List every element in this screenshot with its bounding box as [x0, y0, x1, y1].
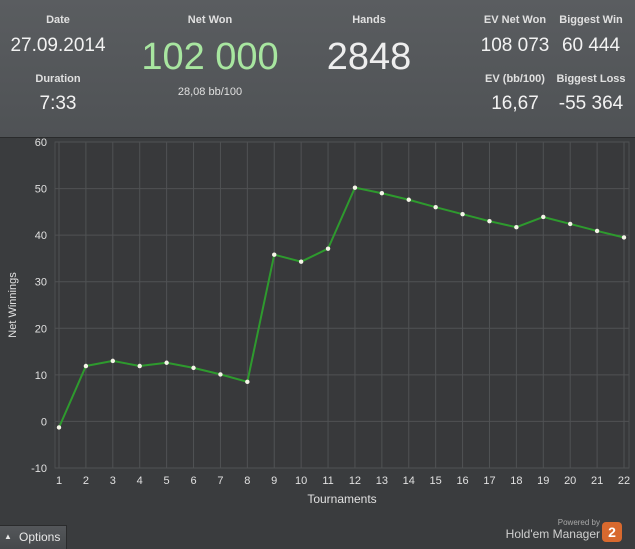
session-summary-panel: Date 27.09.2014 Duration 7:33 Net Won 10…: [0, 0, 635, 138]
y-tick-label: 20: [35, 323, 47, 335]
data-point: [594, 228, 600, 234]
data-point: [164, 360, 169, 365]
x-tick-label: 5: [164, 475, 170, 487]
x-tick-label: 7: [217, 475, 223, 487]
x-tick-label: 6: [190, 475, 196, 487]
net-won-value: 102 000: [141, 36, 279, 78]
y-tick-label: -10: [31, 463, 47, 475]
y-tick-label: 50: [35, 184, 47, 196]
x-tick-label: 4: [137, 475, 143, 487]
data-point: [191, 365, 196, 371]
data-point: [567, 221, 573, 227]
x-tick-label: 20: [564, 475, 576, 487]
x-tick-label: 15: [430, 475, 442, 487]
duration-label: Duration: [35, 73, 81, 85]
y-axis-label: Net Winnings: [7, 272, 19, 338]
x-tick-label: 16: [456, 475, 468, 487]
ev-net-won-label: EV Net Won: [483, 14, 547, 26]
chart-svg: -100102030405060 1 2 3 4 5 6 7 8 9 10 11 12 13 14 15 16…: [7, 137, 630, 506]
data-point: [218, 372, 223, 377]
x-tick-label: 3: [110, 475, 116, 487]
data-point: [245, 379, 250, 385]
x-tick-label: 1: [56, 475, 62, 487]
data-point: [541, 214, 546, 220]
powered-by-text: Powered by: [557, 518, 600, 527]
x-tick-label: 21: [591, 475, 603, 487]
x-tick-label: 19: [537, 475, 549, 487]
data-point: [137, 363, 142, 369]
net-winnings-chart: -10 0 10 20 30 40 50 60 1 2 3 4 5 6 7 8 9 10 11 12 13 14 15 16…: [0, 137, 635, 527]
data-point: [56, 425, 62, 430]
net-won-bb100: 28,08 bb/100: [177, 86, 243, 98]
data-point: [487, 218, 492, 224]
data-point: [272, 252, 277, 257]
x-tick-label: 9: [271, 475, 277, 487]
chevron-up-icon: ▲: [4, 532, 12, 541]
data-point: [83, 363, 89, 369]
data-point: [621, 235, 627, 240]
footer-bar: ▲ Options Powered by Hold'em Manager 2: [0, 518, 635, 549]
data-point: [379, 191, 385, 196]
options-button[interactable]: ▲ Options: [0, 525, 67, 549]
biggest-win-label: Biggest Win: [559, 14, 623, 26]
ev-bb100-label: EV (bb/100): [485, 73, 545, 85]
brand-name: Hold'em Manager: [505, 527, 600, 541]
biggest-win-value: 60 444: [561, 35, 621, 56]
data-point: [514, 225, 519, 230]
y-tick-label: 30: [35, 277, 47, 289]
data-point: [298, 259, 304, 264]
x-tick-label: 11: [322, 475, 333, 487]
biggest-loss-value: -55 364: [558, 93, 624, 114]
x-tick-label: 14: [403, 475, 415, 487]
y-tick-label: 0: [41, 416, 47, 428]
x-tick-label: 10: [295, 475, 307, 487]
y-tick-label: 10: [35, 370, 47, 382]
date-label: Date: [46, 14, 70, 26]
hands-value: 2848: [326, 36, 412, 78]
x-tick-label: 8: [244, 475, 250, 487]
x-tick-label: 13: [376, 475, 388, 487]
biggest-loss-label: Biggest Loss: [556, 73, 626, 85]
y-tick-label: 40: [35, 230, 47, 242]
ev-net-won-value: 108 073: [480, 35, 550, 56]
data-point: [460, 211, 465, 217]
y-tick-label: 60: [35, 137, 47, 149]
date-value: 27.09.2014: [10, 35, 106, 56]
ev-bb100-value: 16,67: [491, 93, 539, 114]
x-tick-label: 2: [83, 475, 89, 487]
data-point: [325, 246, 331, 251]
net-won-label: Net Won: [187, 14, 233, 26]
data-point: [110, 358, 116, 364]
x-tick-label: 12: [349, 475, 361, 487]
options-label: Options: [19, 530, 61, 544]
x-tick-label: 17: [483, 475, 495, 487]
hem2-logo-icon: 2: [602, 522, 622, 542]
x-axis-label: Tournaments: [307, 492, 376, 506]
data-point: [352, 185, 358, 190]
data-point: [406, 197, 411, 202]
duration-value: 7:33: [39, 93, 77, 114]
hands-label: Hands: [352, 14, 386, 26]
x-tick-label: 18: [510, 475, 522, 487]
y-tick-labels: -10 0 10 20 30 40 50 60: [31, 137, 47, 475]
x-tick-label: 22: [618, 475, 630, 487]
x-tick-labels: 1 2 3 4 5 6 7 8 9 10 11 12 13 14 15 16 17 18 19 20 21 22: [56, 475, 630, 487]
data-point: [433, 205, 438, 210]
